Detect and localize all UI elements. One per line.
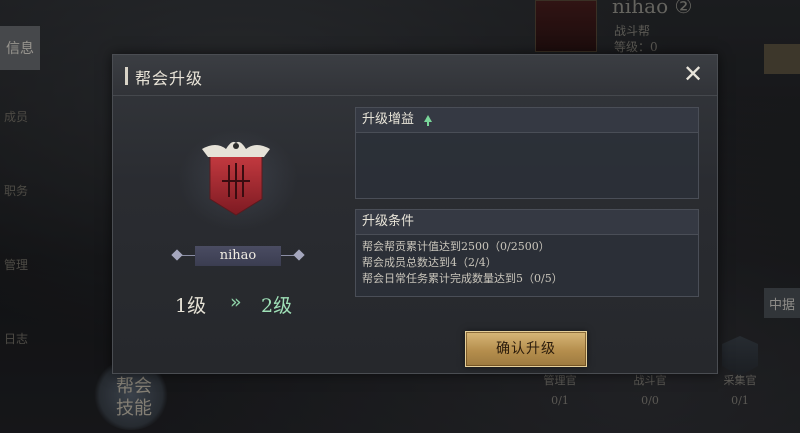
up-arrow-stem [427, 122, 430, 126]
dialog-header: 帮会升级 ✕ [113, 55, 717, 96]
current-level: 1级 [175, 295, 207, 317]
level-change: 1级 » 2级 [175, 291, 305, 319]
gain-header-label: 升级增益 [362, 112, 415, 127]
guild-upgrade-dialog: 帮会升级 ✕ nihao 1级 » 2级 升级增益 升级条件 帮会帮贡累计值达到… [112, 54, 718, 374]
banner-diamond-left [171, 249, 183, 261]
guild-name-banner: nihao [171, 245, 305, 267]
title-accent-bar [125, 67, 128, 85]
guild-name: nihao [219, 248, 257, 263]
close-icon[interactable]: ✕ [681, 62, 705, 87]
gain-header: 升级增益 [356, 108, 698, 133]
guild-emblem-icon [202, 141, 270, 216]
conditions-list: 帮会帮贡累计值达到2500（0/2500） 帮会成员总数达到4（2/4） 帮会日… [356, 235, 698, 287]
next-level: 2级 [261, 295, 293, 317]
condition-item: 帮会成员总数达到4（2/4） [362, 256, 497, 269]
condition-item: 帮会日常任务累计完成数量达到5（0/5） [362, 272, 563, 285]
condition-item: 帮会帮贡累计值达到2500（0/2500） [362, 240, 550, 253]
upgrade-gain-panel: 升级增益 [355, 107, 699, 199]
up-arrow-icon [424, 115, 433, 122]
banner-diamond-right [293, 249, 305, 261]
conditions-header: 升级条件 [356, 210, 698, 235]
level-arrow-icon: » [230, 291, 242, 313]
dialog-title: 帮会升级 [135, 69, 204, 88]
upgrade-conditions-panel: 升级条件 帮会帮贡累计值达到2500（0/2500） 帮会成员总数达到4（2/4… [355, 209, 699, 297]
confirm-upgrade-button[interactable]: 确认升级 [465, 331, 587, 367]
